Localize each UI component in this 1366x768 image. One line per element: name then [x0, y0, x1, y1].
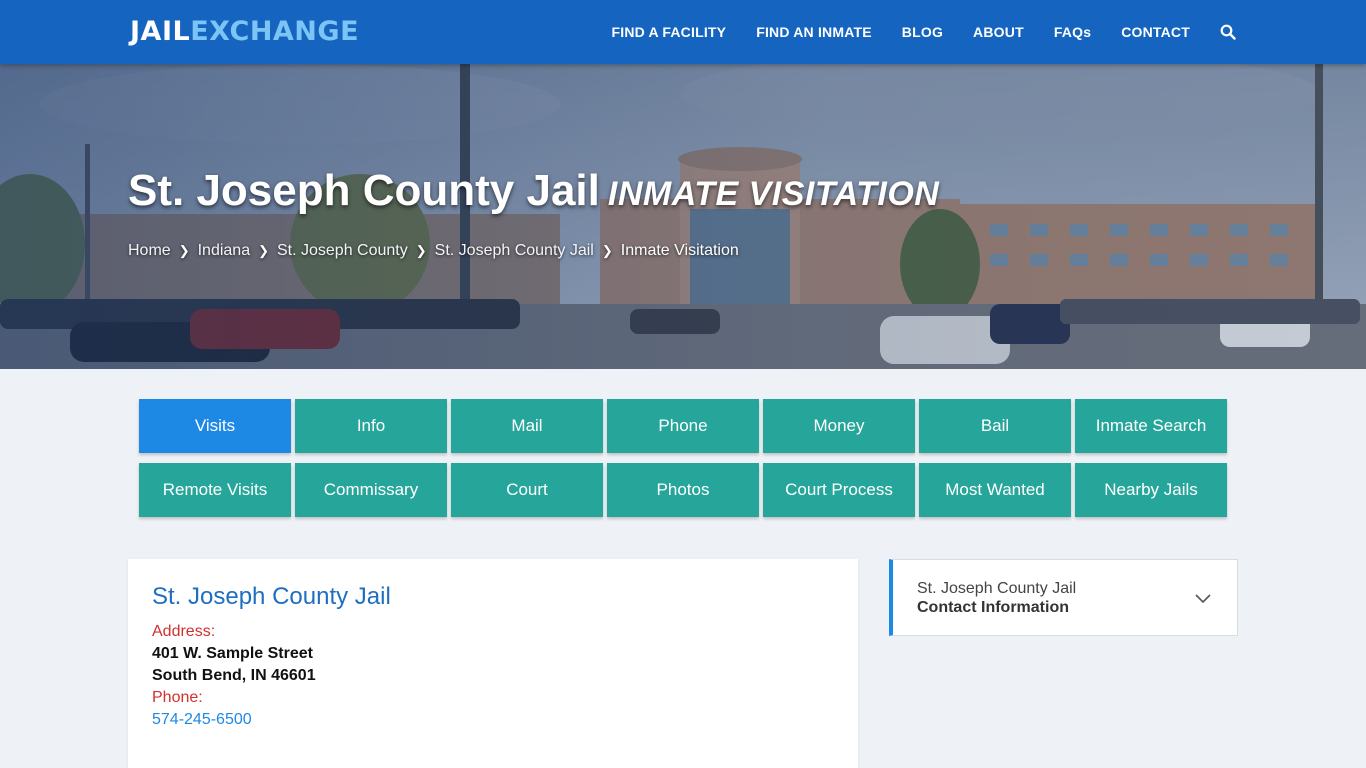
chevron-right-icon: ❯: [415, 243, 427, 258]
breadcrumb-current: Inmate Visitation: [620, 242, 739, 259]
mail-button[interactable]: Mail: [451, 399, 603, 453]
breadcrumb-indiana[interactable]: Indiana: [198, 242, 251, 260]
main-nav: FIND A FACILITY FIND AN INMATE BLOG ABOU…: [581, 0, 1236, 64]
breadcrumb: Home ❯ Indiana ❯ St. Joseph County ❯ St.…: [128, 242, 739, 260]
page-title-facility: St. Joseph County Jail: [128, 166, 600, 215]
nav-find-facility[interactable]: FIND A FACILITY: [611, 24, 726, 40]
chevron-right-icon: ❯: [258, 243, 269, 258]
nav-contact[interactable]: CONTACT: [1121, 24, 1190, 40]
photos-button[interactable]: Photos: [607, 463, 759, 517]
court-process-button[interactable]: Court Process: [763, 463, 915, 517]
hero-banner: St. Joseph County Jail INMATE VISITATION …: [0, 64, 1366, 369]
site-logo[interactable]: JAILEXCHANGE: [130, 15, 359, 49]
site-header: JAILEXCHANGE FIND A FACILITY FIND AN INM…: [0, 0, 1366, 64]
chevron-down-icon[interactable]: [1193, 588, 1213, 608]
logo-text-jail: JAIL: [130, 16, 191, 47]
bail-button[interactable]: Bail: [919, 399, 1071, 453]
facility-nav-grid: Visits Info Mail Phone Money Bail Inmate…: [139, 399, 1227, 517]
visits-button[interactable]: Visits: [139, 399, 291, 453]
info-button[interactable]: Info: [295, 399, 447, 453]
search-icon[interactable]: [1220, 24, 1236, 40]
court-button[interactable]: Court: [451, 463, 603, 517]
phone-button[interactable]: Phone: [607, 399, 759, 453]
most-wanted-button[interactable]: Most Wanted: [919, 463, 1071, 517]
logo-text-exchange: EXCHANGE: [190, 16, 360, 47]
nav-faqs[interactable]: FAQs: [1054, 24, 1091, 40]
accordion-title: Contact Information: [917, 599, 1069, 616]
address-label: Address:: [152, 623, 216, 640]
remote-visits-button[interactable]: Remote Visits: [139, 463, 291, 517]
breadcrumb-jail[interactable]: St. Joseph County Jail: [435, 242, 594, 260]
nav-blog[interactable]: BLOG: [902, 24, 943, 40]
page-title: St. Joseph County Jail INMATE VISITATION: [128, 166, 939, 216]
page-title-subtitle: INMATE VISITATION: [607, 175, 940, 213]
nav-find-inmate[interactable]: FIND AN INMATE: [756, 24, 872, 40]
nav-about[interactable]: ABOUT: [973, 24, 1024, 40]
inmate-search-button[interactable]: Inmate Search: [1075, 399, 1227, 453]
chevron-right-icon: ❯: [601, 243, 613, 258]
nearby-jails-button[interactable]: Nearby Jails: [1075, 463, 1227, 517]
breadcrumb-home[interactable]: Home: [128, 242, 171, 260]
phone-label: Phone:: [152, 689, 203, 706]
address-line-1: 401 W. Sample Street: [152, 645, 313, 662]
contact-info-accordion[interactable]: St. Joseph County Jail Contact Informati…: [889, 559, 1238, 636]
commissary-button[interactable]: Commissary: [295, 463, 447, 517]
money-button[interactable]: Money: [763, 399, 915, 453]
hero-overlay: [0, 64, 1366, 369]
facility-info-card: St. Joseph County Jail Address: 401 W. S…: [128, 559, 858, 768]
phone-link[interactable]: 574-245-6500: [152, 709, 834, 731]
accordion-facility-name: St. Joseph County Jail: [917, 580, 1077, 597]
breadcrumb-county[interactable]: St. Joseph County: [277, 242, 408, 260]
address-line-2: South Bend, IN 46601: [152, 667, 316, 684]
facility-name-heading: St. Joseph County Jail: [152, 583, 391, 610]
chevron-right-icon: ❯: [178, 243, 190, 258]
